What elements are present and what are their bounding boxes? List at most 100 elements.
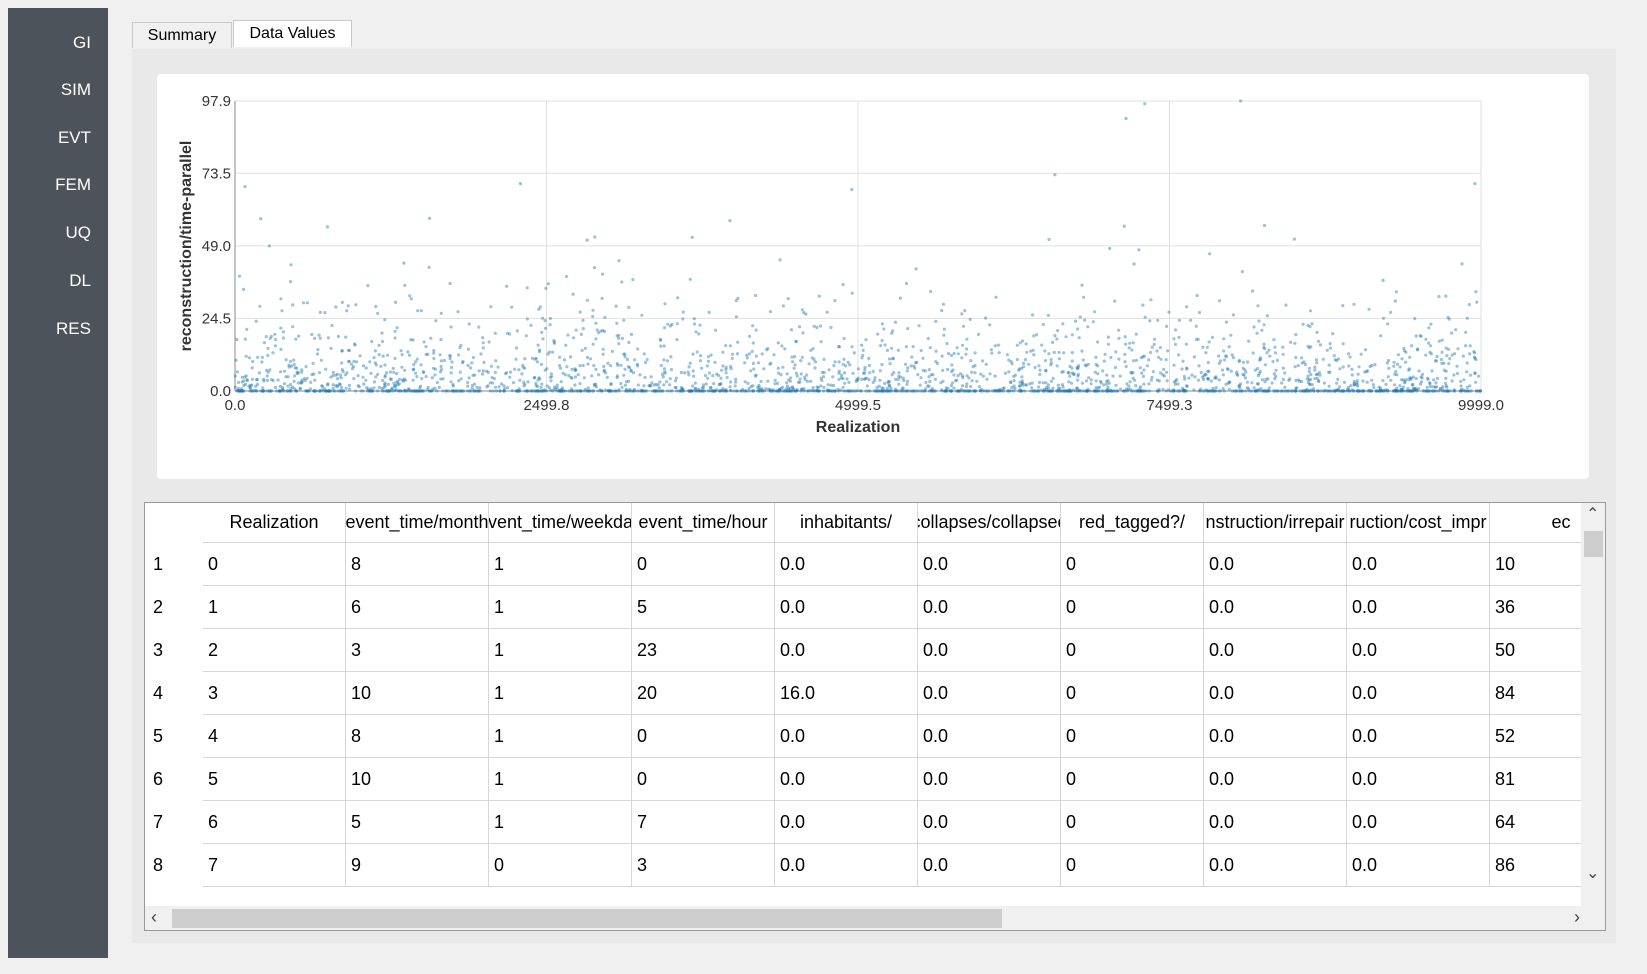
- sidebar-item-fem[interactable]: FEM: [55, 175, 91, 195]
- table-cell[interactable]: 6: [346, 586, 489, 629]
- table-cell[interactable]: 5: [203, 758, 346, 801]
- table-cell[interactable]: 86: [1490, 844, 1591, 887]
- column-header[interactable]: event_time/hour: [632, 503, 775, 543]
- tab-data-values[interactable]: Data Values: [233, 20, 352, 47]
- table-cell[interactable]: 2: [203, 629, 346, 672]
- table-cell[interactable]: 9: [346, 844, 489, 887]
- table-cell[interactable]: 0.0: [775, 629, 918, 672]
- table-cell[interactable]: 0: [1061, 543, 1204, 586]
- table-cell[interactable]: 0.0: [1347, 629, 1490, 672]
- table-cell[interactable]: 10: [346, 672, 489, 715]
- sidebar-item-res[interactable]: RES: [56, 319, 91, 339]
- table-cell[interactable]: 0: [1061, 758, 1204, 801]
- table-cell[interactable]: 10: [346, 758, 489, 801]
- row-header[interactable]: 1: [145, 543, 207, 586]
- table-cell[interactable]: 5: [346, 801, 489, 844]
- row-header[interactable]: 3: [145, 629, 207, 672]
- table-cell[interactable]: 1: [489, 629, 632, 672]
- sidebar-item-dl[interactable]: DL: [69, 271, 91, 291]
- table-cell[interactable]: 23: [632, 629, 775, 672]
- table-cell[interactable]: 5: [632, 586, 775, 629]
- column-header[interactable]: collapses/collapsec: [918, 503, 1061, 543]
- table-cell[interactable]: 81: [1490, 758, 1591, 801]
- column-header[interactable]: event_time/weekday: [489, 503, 632, 543]
- table-cell[interactable]: 0.0: [918, 543, 1061, 586]
- column-header[interactable]: ruction/cost_impr: [1347, 503, 1490, 543]
- row-header[interactable]: 7: [145, 801, 207, 844]
- table-cell[interactable]: 50: [1490, 629, 1591, 672]
- table-cell[interactable]: 0.0: [1347, 543, 1490, 586]
- table-cell[interactable]: 10: [1490, 543, 1591, 586]
- table-cell[interactable]: 0.0: [775, 543, 918, 586]
- scroll-up-icon[interactable]: ⌃: [1586, 507, 1599, 523]
- table-cell[interactable]: 0: [632, 715, 775, 758]
- table-cell[interactable]: 0.0: [918, 629, 1061, 672]
- scroll-left-icon[interactable]: ‹: [151, 908, 157, 926]
- table-cell[interactable]: 0.0: [1204, 543, 1347, 586]
- table-cell[interactable]: 0: [632, 758, 775, 801]
- row-header[interactable]: 8: [145, 844, 207, 887]
- table-cell[interactable]: 0.0: [1204, 672, 1347, 715]
- table-cell[interactable]: 0: [1061, 801, 1204, 844]
- table-cell[interactable]: 3: [346, 629, 489, 672]
- table-cell[interactable]: 0.0: [1347, 672, 1490, 715]
- table-cell[interactable]: 64: [1490, 801, 1591, 844]
- row-header[interactable]: 5: [145, 715, 207, 758]
- table-cell[interactable]: 36: [1490, 586, 1591, 629]
- row-header[interactable]: 2: [145, 586, 207, 629]
- table-cell[interactable]: 0.0: [775, 844, 918, 887]
- row-header[interactable]: 4: [145, 672, 207, 715]
- table-cell[interactable]: 1: [489, 715, 632, 758]
- table-cell[interactable]: 0.0: [1204, 801, 1347, 844]
- table-cell[interactable]: 20: [632, 672, 775, 715]
- table-cell[interactable]: 0.0: [918, 801, 1061, 844]
- table-cell[interactable]: 1: [489, 801, 632, 844]
- horizontal-scrollbar[interactable]: ‹ ›: [145, 906, 1605, 930]
- table-cell[interactable]: 0.0: [1347, 758, 1490, 801]
- table-cell[interactable]: 52: [1490, 715, 1591, 758]
- table-cell[interactable]: 0.0: [1204, 844, 1347, 887]
- column-header[interactable]: ec: [1490, 503, 1591, 543]
- table-cell[interactable]: 6: [203, 801, 346, 844]
- table-cell[interactable]: 4: [203, 715, 346, 758]
- table-cell[interactable]: 1: [489, 758, 632, 801]
- sidebar-item-gi[interactable]: GI: [73, 33, 91, 53]
- table-cell[interactable]: 3: [632, 844, 775, 887]
- table-cell[interactable]: 0.0: [775, 758, 918, 801]
- table-cell[interactable]: 1: [203, 586, 346, 629]
- table-cell[interactable]: 8: [346, 715, 489, 758]
- sidebar-item-sim[interactable]: SIM: [61, 80, 91, 100]
- table-cell[interactable]: 7: [203, 844, 346, 887]
- table-cell[interactable]: 0: [1061, 844, 1204, 887]
- table-cell[interactable]: 0.0: [1204, 715, 1347, 758]
- table-cell[interactable]: 1: [489, 672, 632, 715]
- table-cell[interactable]: 7: [632, 801, 775, 844]
- table-cell[interactable]: 0.0: [1347, 801, 1490, 844]
- sidebar-item-evt[interactable]: EVT: [58, 128, 91, 148]
- table-cell[interactable]: 0.0: [918, 715, 1061, 758]
- table-cell[interactable]: 0.0: [918, 758, 1061, 801]
- table-cell[interactable]: 0: [1061, 672, 1204, 715]
- table-cell[interactable]: 1: [489, 543, 632, 586]
- table-cell[interactable]: 8: [346, 543, 489, 586]
- table-cell[interactable]: 0.0: [1347, 844, 1490, 887]
- table-cell[interactable]: 0: [1061, 629, 1204, 672]
- column-header[interactable]: Realization: [203, 503, 346, 543]
- table-cell[interactable]: 16.0: [775, 672, 918, 715]
- table-cell[interactable]: 0.0: [1347, 715, 1490, 758]
- tab-summary[interactable]: Summary: [132, 22, 232, 48]
- table-cell[interactable]: 0.0: [775, 715, 918, 758]
- table-cell[interactable]: 0.0: [775, 801, 918, 844]
- table-cell[interactable]: 84: [1490, 672, 1591, 715]
- table-cell[interactable]: 0: [1061, 715, 1204, 758]
- table-cell[interactable]: 0: [203, 543, 346, 586]
- table-cell[interactable]: 0.0: [775, 586, 918, 629]
- scroll-down-icon[interactable]: ⌄: [1586, 866, 1599, 882]
- table-cell[interactable]: 0.0: [918, 586, 1061, 629]
- table-cell[interactable]: 1: [489, 586, 632, 629]
- table-cell[interactable]: 0.0: [1347, 586, 1490, 629]
- table-cell[interactable]: 0: [1061, 586, 1204, 629]
- column-header[interactable]: inhabitants/: [775, 503, 918, 543]
- scroll-right-icon[interactable]: ›: [1574, 908, 1580, 926]
- sidebar-item-uq[interactable]: UQ: [66, 223, 92, 243]
